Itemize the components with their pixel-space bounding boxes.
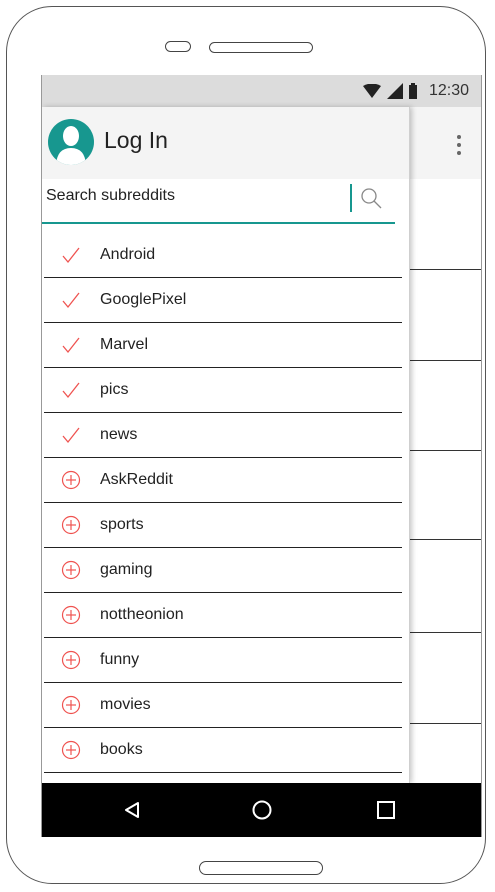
- list-item[interactable]: AskReddit: [44, 458, 402, 503]
- list-item[interactable]: gaming: [44, 548, 402, 593]
- search-icon[interactable]: [360, 187, 382, 209]
- subreddit-label: pics: [100, 381, 129, 398]
- list-divider: [410, 360, 481, 361]
- status-bar: 12:30: [42, 75, 481, 107]
- list-item[interactable]: movies: [44, 683, 402, 728]
- check-icon[interactable]: [60, 289, 82, 311]
- login-link[interactable]: Log In: [104, 127, 168, 154]
- home-button-hardware[interactable]: [199, 861, 323, 875]
- add-circle-icon[interactable]: [60, 559, 82, 581]
- drawer-header: Log In: [42, 107, 409, 179]
- subreddit-label: Android: [100, 246, 156, 263]
- status-icons: 12:30: [362, 75, 469, 107]
- system-nav-bar: [42, 783, 481, 837]
- subreddit-label: GooglePixel: [100, 291, 187, 308]
- subreddit-label: Marvel: [100, 336, 149, 353]
- subreddit-label: books: [100, 741, 143, 758]
- navigation-drawer: Log In Search subreddits Android GoogleP…: [42, 107, 410, 783]
- add-circle-icon[interactable]: [60, 469, 82, 491]
- check-icon[interactable]: [60, 379, 82, 401]
- list-item[interactable]: GooglePixel: [44, 278, 402, 323]
- overflow-menu-icon[interactable]: [449, 131, 469, 159]
- front-camera: [165, 41, 191, 52]
- list-item[interactable]: sports: [44, 503, 402, 548]
- add-circle-icon[interactable]: [60, 649, 82, 671]
- earpiece-speaker: [209, 42, 313, 53]
- list-divider: [410, 632, 481, 633]
- list-item[interactable]: news: [44, 413, 402, 458]
- text-cursor: [350, 184, 352, 212]
- add-circle-icon[interactable]: [60, 514, 82, 536]
- subreddit-label: news: [100, 426, 138, 443]
- back-icon[interactable]: [123, 801, 141, 819]
- signal-icon: [386, 83, 403, 99]
- list-item[interactable]: nottheonion: [44, 593, 402, 638]
- recents-button[interactable]: [356, 783, 416, 837]
- list-divider: [410, 539, 481, 540]
- subreddit-label: sports: [100, 516, 144, 533]
- list-divider: [410, 450, 481, 451]
- list-item[interactable]: pics: [44, 368, 402, 413]
- screen: 12:30 Log In Search subreddits Android G…: [41, 75, 482, 837]
- add-circle-icon[interactable]: [60, 739, 82, 761]
- home-button[interactable]: [232, 783, 292, 837]
- list-item[interactable]: Marvel: [44, 323, 402, 368]
- home-icon[interactable]: [251, 799, 273, 821]
- add-circle-icon[interactable]: [60, 604, 82, 626]
- search-input[interactable]: Search subreddits: [46, 187, 175, 205]
- subreddit-label: AskReddit: [100, 471, 173, 488]
- search-bar[interactable]: Search subreddits: [42, 179, 395, 224]
- subreddit-label: movies: [100, 696, 151, 713]
- subreddit-label: nottheonion: [100, 606, 184, 623]
- back-button[interactable]: [102, 783, 162, 837]
- subreddit-label: gaming: [100, 561, 153, 578]
- wifi-icon: [362, 84, 381, 98]
- check-icon[interactable]: [60, 334, 82, 356]
- battery-icon: [408, 83, 417, 99]
- avatar-icon[interactable]: [48, 119, 94, 165]
- status-time: 12:30: [428, 82, 469, 99]
- check-icon[interactable]: [60, 244, 82, 266]
- list-divider: [410, 723, 481, 724]
- list-divider: [410, 269, 481, 270]
- list-item[interactable]: Android: [44, 233, 402, 278]
- subreddit-label: funny: [100, 651, 140, 668]
- list-item[interactable]: books: [44, 728, 402, 773]
- add-circle-icon[interactable]: [60, 694, 82, 716]
- check-icon[interactable]: [60, 424, 82, 446]
- phone-frame: 12:30 Log In Search subreddits Android G…: [6, 6, 486, 884]
- list-item[interactable]: funny: [44, 638, 402, 683]
- recents-icon[interactable]: [376, 800, 396, 820]
